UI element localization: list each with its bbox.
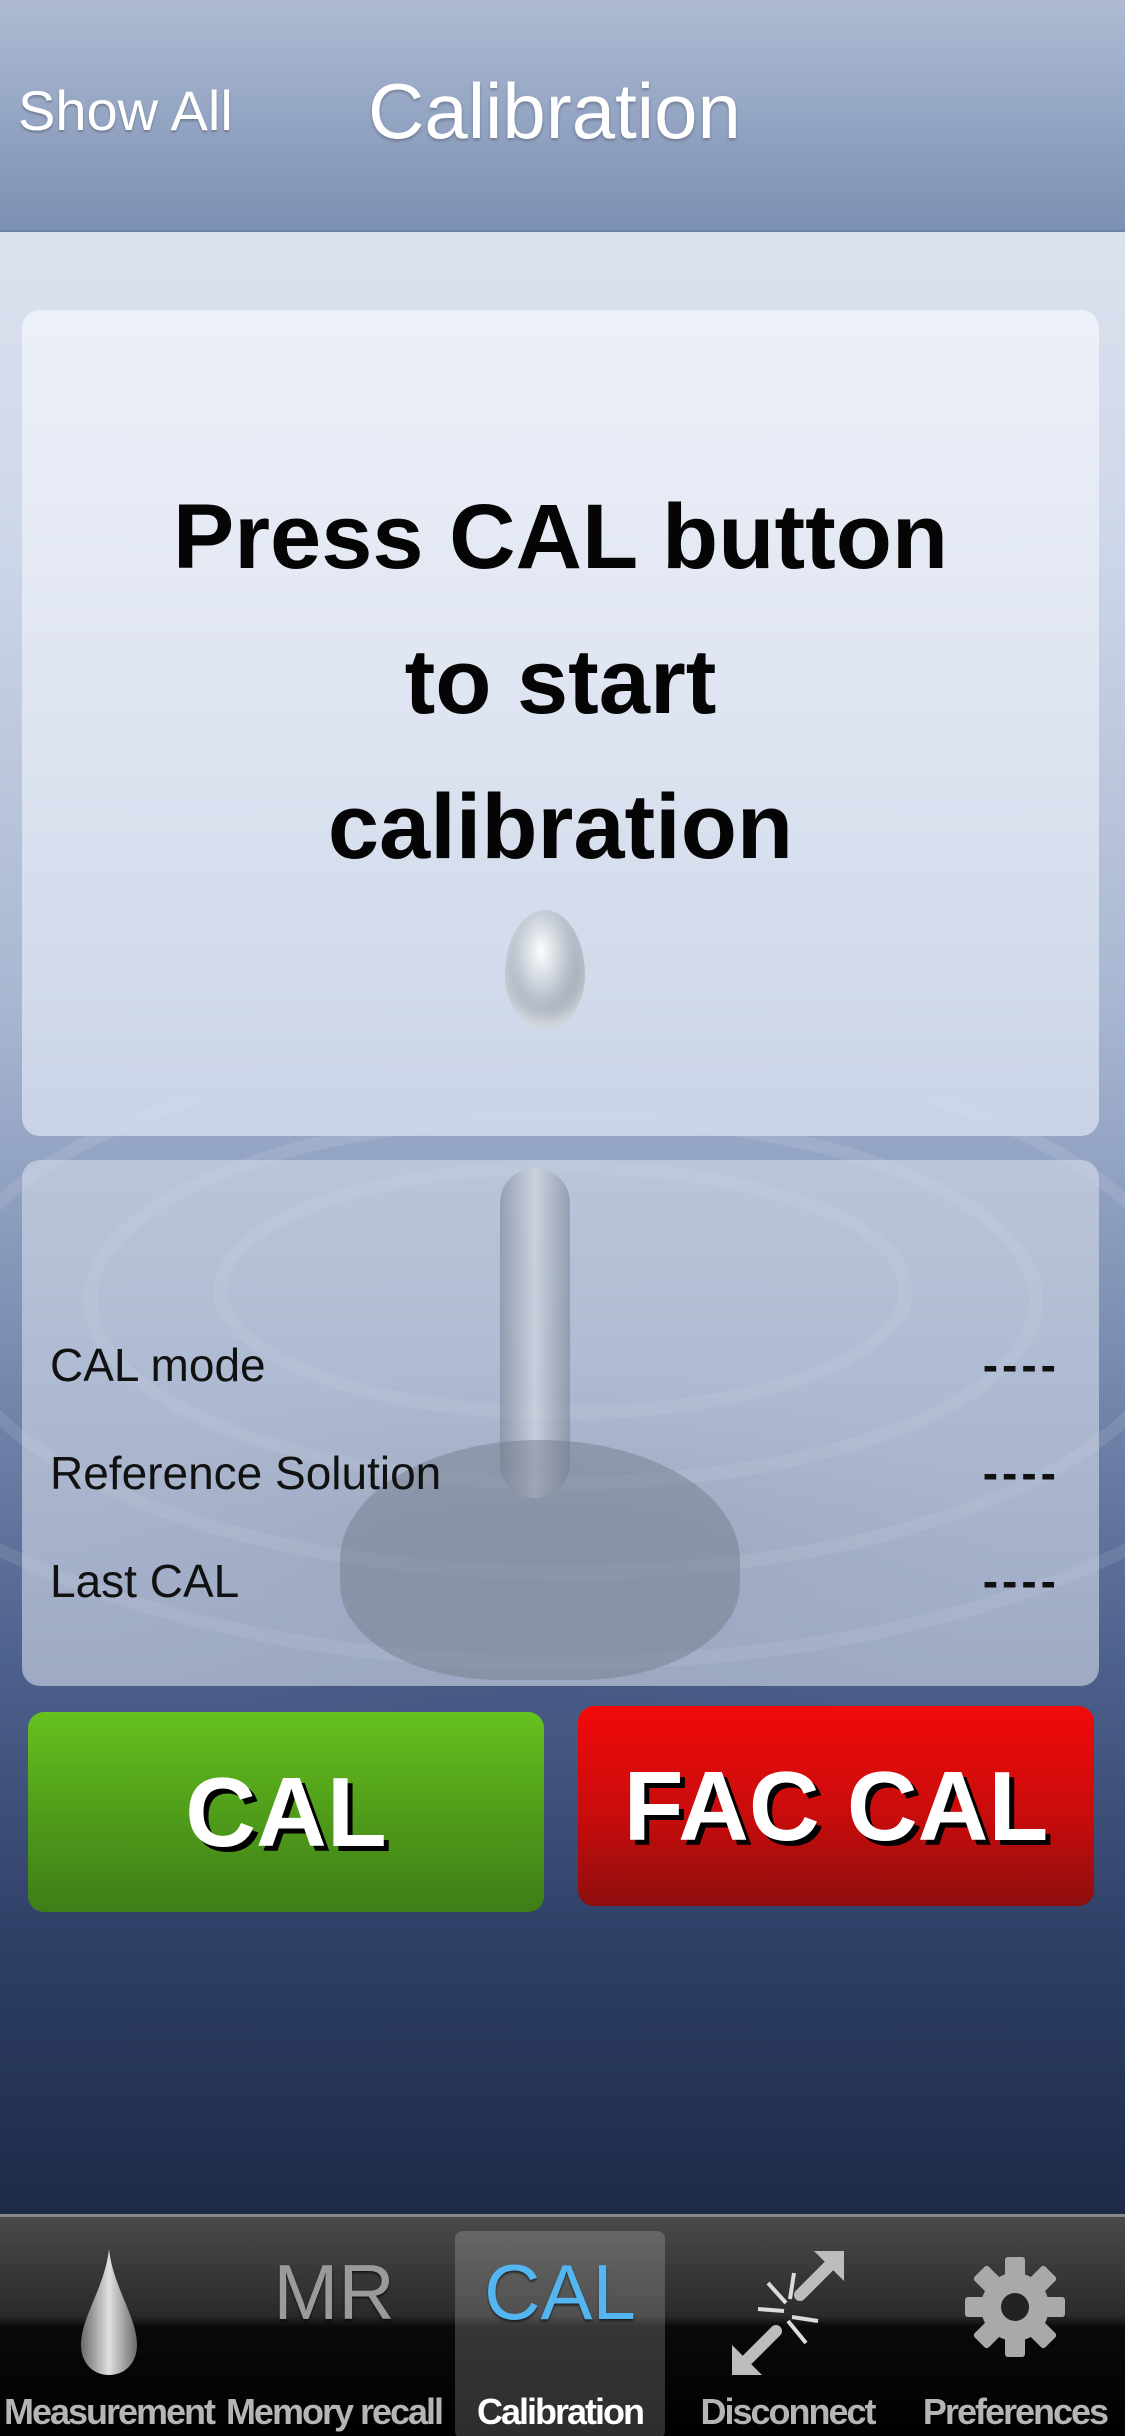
page-title: Calibration <box>368 67 741 155</box>
tab-preferences[interactable]: Preferences <box>905 2231 1125 2436</box>
water-drop-image <box>505 910 585 1028</box>
info-row-last-cal: Last CAL ---- <box>50 1554 1060 1608</box>
info-value: ---- <box>982 1339 1060 1391</box>
tab-measurement[interactable]: Measurement <box>0 2231 218 2436</box>
info-label: Reference Solution <box>50 1447 442 1499</box>
info-value: ---- <box>982 1447 1060 1499</box>
info-row-cal-mode: CAL mode ---- <box>50 1338 1060 1392</box>
water-drop-icon <box>81 2249 137 2375</box>
tab-label: Disconnect <box>700 2391 876 2432</box>
instruction-line-3: calibration <box>327 776 794 878</box>
instruction-panel: Press CAL button to start calibration <box>22 310 1099 1136</box>
cal-icon: CAL <box>484 2248 636 2336</box>
instruction-line-1: Press CAL button <box>172 486 949 588</box>
info-label: Last CAL <box>50 1555 240 1607</box>
gear-icon <box>965 2257 1065 2357</box>
tab-calibration[interactable]: CAL Calibration <box>455 2231 665 2436</box>
nav-header: Show All Calibration <box>0 0 1125 232</box>
cal-button[interactable]: CAL <box>28 1712 544 1912</box>
info-label: CAL mode <box>50 1339 266 1391</box>
instruction-text: Press CAL button to start calibration <box>22 465 1099 900</box>
tab-memory-recall[interactable]: MR Memory recall <box>222 2231 446 2436</box>
tab-disconnect[interactable]: Disconnect <box>680 2231 895 2436</box>
tab-label: Memory recall <box>225 2391 444 2432</box>
tab-bar: Measurement MR Memory recall CAL Calibra… <box>0 2214 1125 2436</box>
info-value: ---- <box>982 1555 1060 1607</box>
instruction-line-2: to start <box>404 631 717 733</box>
show-all-button[interactable]: Show All <box>18 78 233 143</box>
disconnect-icon <box>731 2251 844 2375</box>
fac-cal-button[interactable]: FAC CAL <box>578 1706 1094 1906</box>
mr-icon: MR <box>273 2248 395 2336</box>
tab-label: Preferences <box>922 2391 1109 2432</box>
info-row-reference-solution: Reference Solution ---- <box>50 1446 1060 1500</box>
tab-label: Measurement <box>3 2391 216 2432</box>
tab-label: Calibration <box>476 2391 645 2432</box>
